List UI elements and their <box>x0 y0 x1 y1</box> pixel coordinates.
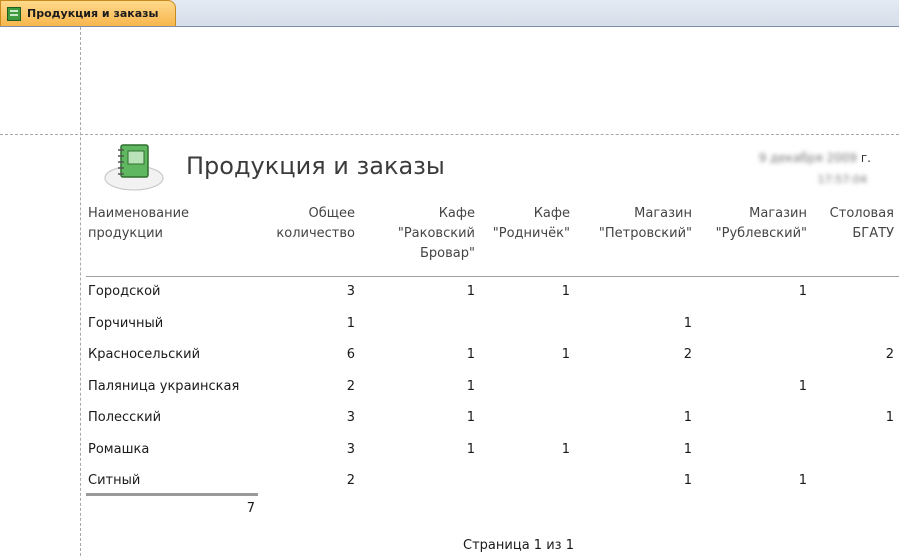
quantity-cell: 1 <box>466 441 475 457</box>
quantity-cell: 3 <box>346 284 355 299</box>
quantity-cell: 1 <box>683 473 692 488</box>
tab-label: Продукция и заказы <box>27 7 159 20</box>
quantity-cell: 6 <box>346 347 355 362</box>
table-row: Паляница украинская 2 1 1 <box>0 377 899 397</box>
date-value: 9 декабря 2009 <box>758 151 858 165</box>
quantity-cell: 1 <box>885 410 894 425</box>
product-name: Полесский <box>88 410 162 425</box>
product-name: Паляница украинская <box>88 378 240 394</box>
quantity-cell: 2 <box>346 378 355 394</box>
quantity-cell: 1 <box>561 441 570 457</box>
product-name: Горчичный <box>88 315 164 331</box>
quantity-cell: 3 <box>346 410 355 425</box>
col-header-total: Общее количество <box>276 206 355 241</box>
quantity-cell: 1 <box>683 441 692 457</box>
notebook-icon <box>104 144 164 191</box>
quantity-cell: 1 <box>346 315 355 331</box>
total-divider <box>86 493 258 496</box>
col-header-canteen-bgatu: Столовая БГАТУ <box>829 206 894 241</box>
table-row: Полесский 3 1 1 1 <box>0 408 899 428</box>
product-name: Красносельский <box>88 347 201 362</box>
quantity-cell: 1 <box>798 473 807 488</box>
quantity-cell: 1 <box>683 410 692 425</box>
table-row: Ромашка 3 1 1 1 <box>0 440 899 460</box>
quantity-cell: 2 <box>346 473 355 488</box>
product-name: Городской <box>88 284 161 299</box>
header-divider <box>86 276 899 277</box>
quantity-cell: 1 <box>466 347 475 362</box>
quantity-cell: 1 <box>561 284 570 299</box>
quantity-cell: 1 <box>466 410 475 425</box>
report-title: Продукция и заказы <box>186 152 445 180</box>
col-header-cafe-rakovsky: Кафе "Раковский Бровар" <box>397 206 475 261</box>
report-time: 17:57:04 <box>817 173 867 186</box>
quantity-cell: 1 <box>683 315 692 331</box>
grand-total: 7 <box>246 501 255 516</box>
date-suffix: г. <box>860 151 871 165</box>
table-row: Ситный 2 1 1 <box>0 471 899 491</box>
col-header-product: Наименование продукции <box>88 206 190 241</box>
report-icon <box>7 6 21 21</box>
product-name: Ромашка <box>88 441 150 457</box>
col-header-shop-petrovsky: Магазин "Петровский" <box>598 206 692 241</box>
table-row: Красносельский 6 1 1 2 2 <box>0 345 899 365</box>
page-footer: Страница 1 из 1 <box>0 538 899 553</box>
quantity-cell: 2 <box>683 347 692 362</box>
quantity-cell: 2 <box>885 347 894 362</box>
quantity-cell: 1 <box>466 378 475 394</box>
col-header-shop-rublevsky: Магазин "Рублевский" <box>715 206 807 241</box>
quantity-cell: 3 <box>346 441 355 457</box>
quantity-cell: 1 <box>798 378 807 394</box>
table-row: Горчичный 1 1 <box>0 314 899 334</box>
margin-guide-horizontal <box>0 134 899 135</box>
report-date: 9 декабря 2009 г. <box>759 151 871 165</box>
col-header-cafe-rodnichok: Кафе "Родничёк" <box>492 206 570 241</box>
document-tab-strip: Продукция и заказы <box>0 0 899 27</box>
table-row: Городской 3 1 1 1 <box>0 282 899 302</box>
tab-report[interactable]: Продукция и заказы <box>0 0 176 26</box>
page-number: Страница 1 из 1 <box>463 538 574 553</box>
quantity-cell: 1 <box>466 284 475 299</box>
product-name: Ситный <box>88 473 141 488</box>
quantity-cell: 1 <box>798 284 807 299</box>
quantity-cell: 1 <box>561 347 570 362</box>
